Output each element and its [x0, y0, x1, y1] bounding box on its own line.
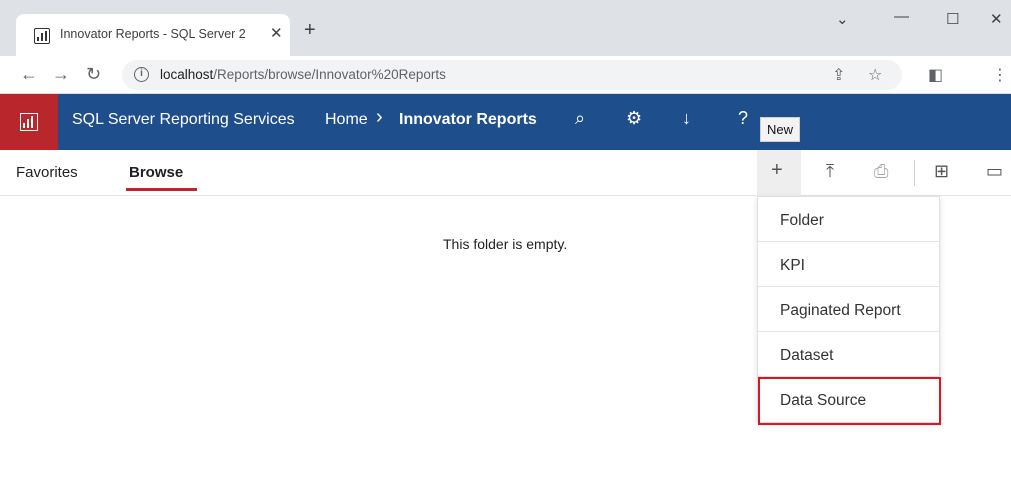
- info-icon[interactable]: i: [134, 67, 149, 82]
- data-source-highlight-box: [758, 377, 941, 425]
- details-pane-icon[interactable]: ▭: [986, 161, 1003, 182]
- new-tab-button[interactable]: +: [304, 20, 316, 40]
- browser-tab[interactable]: Innovator Reports - SQL Server 2 ✕: [16, 14, 290, 56]
- url-input[interactable]: i localhost/Reports/browse/Innovator%20R…: [122, 60, 902, 90]
- empty-folder-message: This folder is empty.: [443, 236, 568, 252]
- share-icon[interactable]: ⇪: [832, 65, 845, 85]
- reload-icon[interactable]: ↻: [86, 65, 101, 83]
- new-tooltip: New: [760, 117, 801, 142]
- bookmark-star-icon[interactable]: ☆: [868, 65, 882, 85]
- browser-tab-strip: Innovator Reports - SQL Server 2 ✕ + ⌄ —…: [0, 0, 1011, 56]
- plus-icon: +: [771, 159, 783, 181]
- menu-item-kpi[interactable]: KPI: [758, 242, 939, 287]
- tab-browse[interactable]: Browse: [129, 164, 183, 181]
- menu-item-paginated-report[interactable]: Paginated Report: [758, 287, 939, 332]
- command-bar: Favorites Browse + ⤒ ⎙ ⊞ ▭: [0, 150, 1011, 196]
- manage-icon[interactable]: ⎙: [874, 161, 888, 182]
- tab-title: Innovator Reports - SQL Server 2: [60, 27, 246, 41]
- breadcrumb-separator: ›: [376, 106, 383, 128]
- side-panel-icon[interactable]: ◧: [928, 65, 943, 85]
- active-tab-underline: [126, 188, 197, 191]
- download-icon[interactable]: ↓: [682, 108, 691, 129]
- menu-item-folder[interactable]: Folder: [758, 197, 939, 242]
- forward-icon[interactable]: →: [52, 65, 70, 83]
- new-button[interactable]: +: [757, 150, 801, 196]
- back-icon[interactable]: ←: [20, 65, 38, 83]
- maximize-icon[interactable]: ☐: [946, 10, 959, 28]
- breadcrumb-home[interactable]: Home: [325, 111, 368, 129]
- close-window-icon[interactable]: ✕: [990, 10, 1003, 28]
- breadcrumb-current: Innovator Reports: [399, 111, 537, 128]
- search-icon[interactable]: ⌕: [575, 108, 585, 129]
- app-title[interactable]: SQL Server Reporting Services: [72, 111, 295, 129]
- address-bar: ← → ↻ i localhost/Reports/browse/Innovat…: [0, 56, 1011, 94]
- help-icon[interactable]: ?: [738, 108, 748, 129]
- ssrs-logo-icon[interactable]: [0, 94, 58, 150]
- minimize-icon[interactable]: —: [894, 8, 909, 25]
- url-text: localhost/Reports/browse/Innovator%20Rep…: [160, 67, 446, 82]
- toolbar-divider: [914, 160, 915, 186]
- upload-icon[interactable]: ⤒: [826, 161, 834, 182]
- more-menu-icon[interactable]: ⋮: [992, 65, 1008, 85]
- gear-icon[interactable]: ⚙: [626, 108, 642, 129]
- tab-close-icon[interactable]: ✕: [270, 24, 283, 42]
- tiles-view-icon[interactable]: ⊞: [934, 161, 949, 182]
- tab-favorites[interactable]: Favorites: [16, 164, 78, 181]
- ssrs-header: SQL Server Reporting Services Home › Inn…: [0, 94, 1011, 150]
- report-favicon-icon: [34, 28, 50, 44]
- menu-item-dataset[interactable]: Dataset: [758, 332, 939, 377]
- tab-search-icon[interactable]: ⌄: [836, 10, 849, 28]
